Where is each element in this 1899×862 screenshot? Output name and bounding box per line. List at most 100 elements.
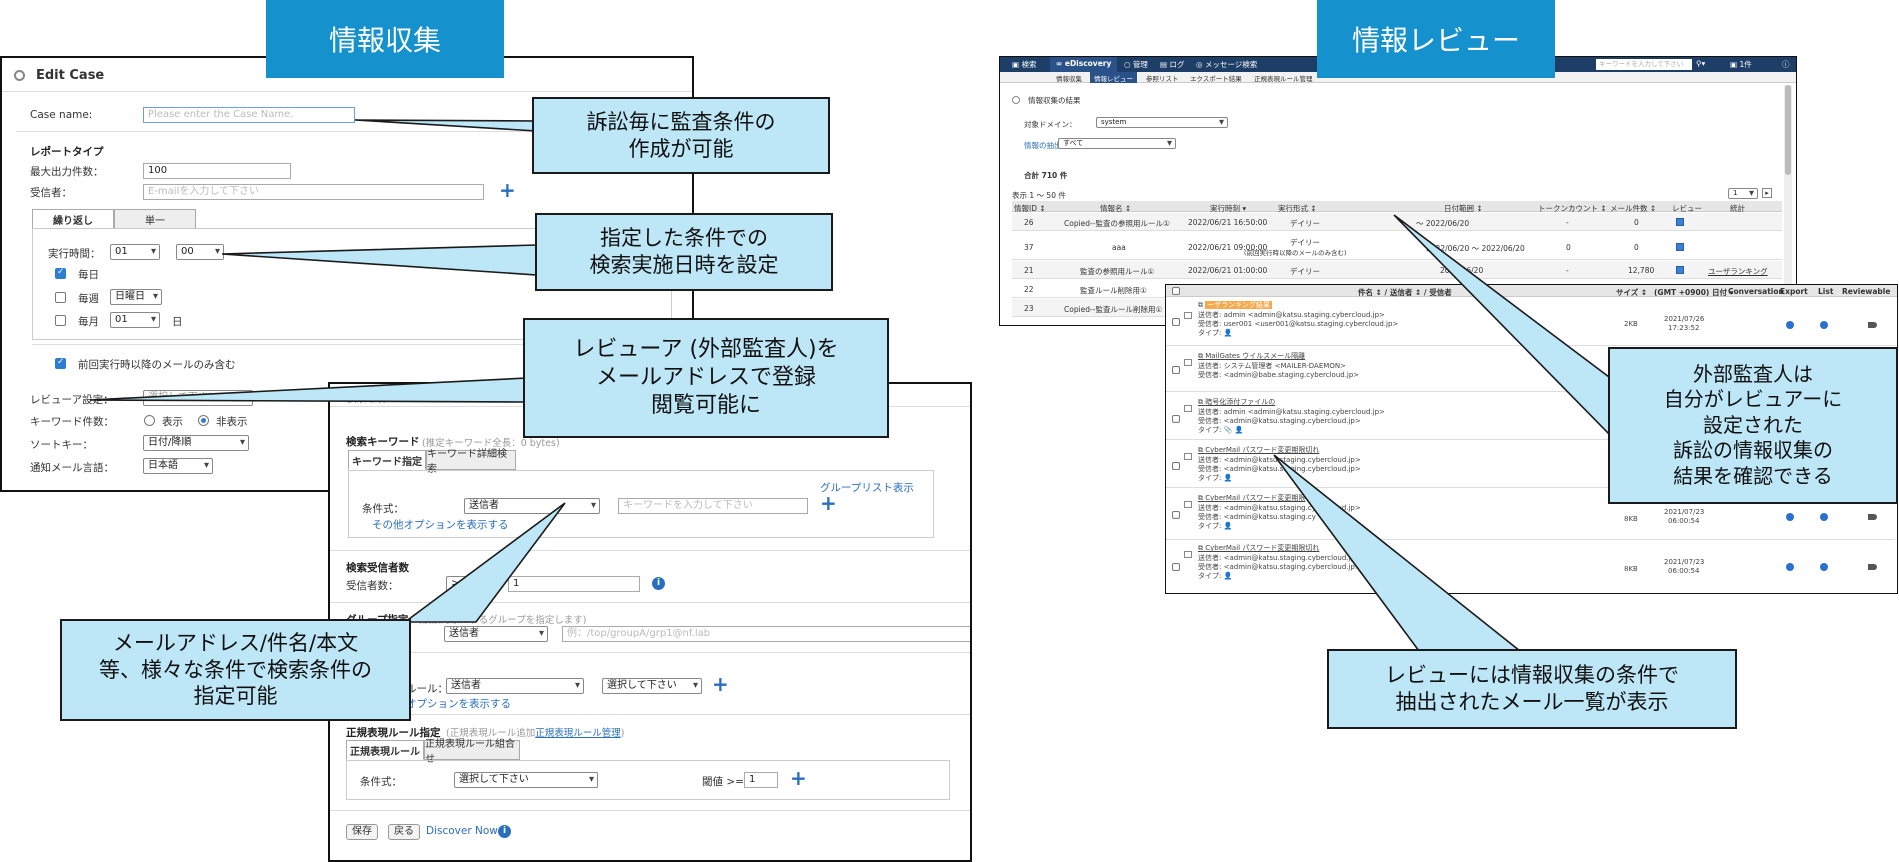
subtab-export[interactable]: エクスポート結果 [1190,73,1242,83]
group-input[interactable]: 例：/top/groupA/grp1@nf.lab [562,626,970,642]
row-checkbox[interactable] [1172,318,1180,326]
rule-select-2[interactable]: 選択して下さい [602,678,702,694]
max-output-input[interactable]: 100 [143,163,291,179]
notify-lang-select[interactable]: 日本語 [143,458,213,474]
mail-row[interactable]: ⧉ ーザランキング結果 送信者: admin <admin@katsu.stag… [1166,298,1895,346]
keyword-input[interactable]: キーワードを入力して下さい [618,498,808,514]
global-search-input[interactable]: キーワードを入力して下さい [1596,59,1692,70]
row-checkbox[interactable] [1172,462,1180,470]
row-stats-link[interactable]: ユーザランキング [1708,266,1768,277]
weekly-checkbox[interactable] [55,292,66,303]
add-keyword-plus-icon[interactable]: + [820,493,837,513]
reviewer-select[interactable]: 選択して下さい [143,390,253,406]
month-day-select[interactable]: 01 [110,312,160,328]
threshold-input[interactable]: 1 [744,772,778,788]
list-icon[interactable] [1820,321,1828,329]
info-icon[interactable]: i [498,825,511,838]
mail-subject[interactable]: ⧉ ーザランキング結果 [1198,300,1272,310]
list-icon[interactable] [1820,563,1828,571]
hide-radio[interactable] [198,415,209,426]
hour-select[interactable]: 01 [110,244,160,260]
tab-repeat[interactable]: 繰り返し [32,209,114,229]
subtab-reference[interactable]: 参照リスト [1146,73,1179,83]
rule-options-link[interactable]: オプションを表示する [406,696,511,711]
case-name-input[interactable]: Please enter the Case Name. [143,107,355,123]
export-icon[interactable] [1786,513,1794,521]
tab-regex[interactable]: 正規表現ルール [346,740,424,760]
table-row[interactable] [1012,232,1782,260]
regex-cond-label: 条件式： [360,776,402,788]
tag-icon[interactable] [1868,564,1877,570]
export-icon[interactable] [1786,321,1794,329]
operator-select[interactable]: >= [446,576,490,592]
add-regex-plus-icon[interactable]: + [790,768,807,788]
col-size[interactable]: サイズ ↕ [1616,287,1647,298]
mail-subject[interactable]: ⧉ CyberMail パスワード変更期限切れ [1198,445,1319,455]
nav-ediscovery[interactable]: ∞ eDiscovery [1050,57,1118,72]
recipients-label: 受信者： [30,187,72,199]
subtab-regex[interactable]: 正規表現ルール管理 [1254,73,1313,83]
nav-message-search[interactable]: ◎ メッセージ検索 [1196,59,1257,70]
recipient-count-input[interactable]: 1 [508,576,640,592]
recipient-value: <admin@katsu.staging.cybercloud.jp> [1223,465,1361,473]
other-options-link[interactable]: その他オプションを表示する [372,517,509,532]
scrollbar-thumb[interactable] [1785,85,1791,175]
condition-select[interactable]: 送信者 [464,498,600,514]
daily-checkbox[interactable] [55,267,66,279]
review-icon[interactable] [1676,243,1684,251]
monthly-checkbox[interactable] [55,315,66,326]
nav-search[interactable]: ▣ 検索 [1012,59,1036,70]
row-checkbox[interactable] [1172,415,1180,423]
nav-manage[interactable]: ○ 管理 [1124,59,1148,70]
mail-subject[interactable]: ⧉ MailGates ウイルスメール隔離 [1198,351,1305,361]
search-icon[interactable]: ⚲▾ [1696,59,1705,68]
group-select[interactable]: 送信者 [444,626,548,642]
col-subject[interactable]: 件名 ↕ / 送信者 ↕ / 受信者 [1358,287,1452,298]
next-page-icon[interactable]: ▸ [1762,188,1772,198]
mail-subject[interactable]: ⧉ CyberMail パスワード変更期限 [1198,493,1305,503]
show-radio[interactable] [144,415,155,426]
col-date[interactable]: (GMT +0900) 日付 ▾ [1654,287,1733,298]
section-title: 情報収集の結果 [1028,96,1081,105]
info-icon[interactable]: ⓘ [1782,59,1790,70]
regex-cond-select[interactable]: 選択して下さい [454,772,598,788]
weekday-select[interactable]: 日曜日 [110,289,162,305]
list-icon[interactable] [1820,513,1828,521]
tab-keyword[interactable]: キーワード指定 [348,450,426,470]
row-name: Copied--監査ルール削除用① [1064,305,1163,314]
tab-single[interactable]: 単一 [114,209,196,229]
domain-select[interactable]: system [1096,117,1228,128]
subtab-review[interactable]: 情報レビュー [1090,72,1137,83]
regex-manage-link[interactable]: 正規表現ルール管理 [535,728,621,739]
page-select[interactable]: 1 [1728,188,1758,199]
mail-row[interactable]: ⧉ CyberMail パスワード変更期限切れ 送信者: <admin@kats… [1166,541,1895,591]
tag-icon[interactable] [1868,514,1877,520]
sort-key-select[interactable]: 日付/降順 [143,435,249,451]
tab-keyword-detail[interactable]: キーワード詳細検索 [426,449,516,475]
save-button[interactable]: 保存 [346,824,378,840]
tag-icon[interactable] [1868,322,1877,328]
nav-log[interactable]: ▤ ログ [1160,59,1184,70]
review-icon[interactable] [1676,218,1684,226]
subtab-collection[interactable]: 情報収集 [1056,73,1082,83]
minute-select[interactable]: 00 [176,244,224,260]
back-button[interactable]: 戻る [388,824,420,840]
discover-now-link[interactable]: Discover Now [426,825,498,837]
row-checkbox[interactable] [1172,511,1180,519]
since-last-checkbox[interactable] [55,357,66,369]
row-checkbox[interactable] [1172,563,1180,571]
recipients-input[interactable]: E-mailを入力して下さい [143,184,484,200]
mail-subject[interactable]: ⧉ CyberMail パスワード変更期限切れ [1198,543,1319,553]
add-rule-plus-icon[interactable]: + [712,674,729,694]
row-checkbox[interactable] [1172,366,1180,374]
add-recipient-plus-icon[interactable]: + [499,180,516,200]
regex-box [346,760,950,800]
info-select[interactable]: すべて [1058,138,1176,149]
info-icon[interactable]: i [652,577,665,590]
review-icon[interactable] [1676,266,1684,274]
rule-select[interactable]: 送信者 [446,678,584,694]
mail-subject[interactable]: ⧉ 暗号化添付ファイルの [1198,397,1275,407]
export-icon[interactable] [1786,563,1794,571]
tab-regex-combo[interactable]: 正規表現ルール組合せ [424,739,520,765]
select-all-checkbox[interactable] [1172,287,1180,295]
